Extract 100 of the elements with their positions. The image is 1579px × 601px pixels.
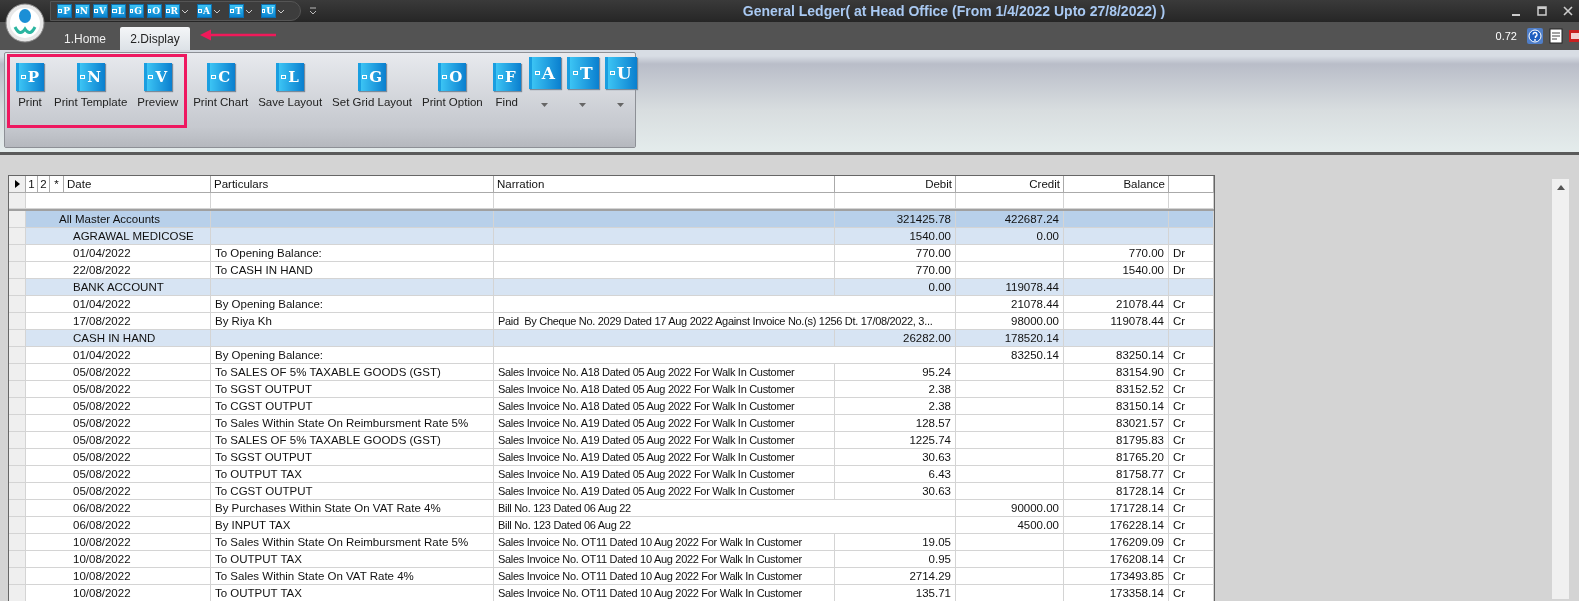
document-icon[interactable]	[1549, 28, 1563, 44]
table-cell: Cr	[1169, 585, 1214, 601]
table-cell: 173493.85	[1064, 568, 1169, 585]
ribbon-button[interactable]: P Print	[12, 63, 48, 125]
table-cell: 10/08/2022	[26, 534, 211, 551]
table-cell: 4500.00	[956, 517, 1064, 534]
column-header[interactable]: Particulars	[211, 176, 494, 193]
row-header	[9, 568, 26, 585]
band-header[interactable]: 2	[38, 176, 50, 193]
row-header	[9, 500, 26, 517]
row-header	[9, 347, 26, 364]
table-cell: 81765.20	[1064, 449, 1169, 466]
table-cell: Cr	[1169, 296, 1214, 313]
filter-field[interactable]	[1169, 193, 1214, 209]
filter-field[interactable]	[26, 193, 211, 209]
book-icon: C	[206, 63, 235, 91]
row-header	[9, 228, 26, 245]
filter-field[interactable]	[956, 193, 1064, 209]
row-header	[9, 330, 26, 347]
table-cell: To Opening Balance:	[211, 245, 494, 262]
row-header	[9, 534, 26, 551]
ribbon-button[interactable]: N Print Template	[50, 63, 132, 125]
account-label: BANK ACCOUNT	[26, 279, 211, 296]
exit-icon[interactable]	[1569, 28, 1579, 44]
table-cell: Cr	[1169, 483, 1214, 500]
column-header[interactable]: Balance	[1064, 176, 1169, 193]
table-cell: Cr	[1169, 551, 1214, 568]
table-cell: Sales Invoice No. OT11 Dated 10 Aug 2022 For Walk In Customer	[494, 534, 835, 551]
filter-field[interactable]	[494, 193, 835, 209]
ribbon-tab[interactable]: 1.Home	[54, 27, 116, 50]
table-cell: 10/08/2022	[26, 551, 211, 568]
table-cell: 178520.14	[956, 330, 1064, 347]
ribbon-button[interactable]: V Preview	[133, 63, 183, 125]
column-header[interactable]: Date	[64, 176, 211, 193]
table-cell: 06/08/2022	[26, 517, 211, 534]
table-cell: Sales Invoice No. OT11 Dated 10 Aug 2022 For Walk In Customer	[494, 585, 835, 601]
filter-field[interactable]	[1064, 193, 1169, 209]
row-header	[9, 296, 26, 313]
filter-field[interactable]	[835, 193, 956, 209]
scrollbar[interactable]	[1552, 179, 1569, 599]
table-cell: Sales Invoice No. A19 Dated 05 Aug 2022 For Walk In Customer	[494, 449, 835, 466]
ribbon-button[interactable]: C Print Chart	[189, 63, 253, 108]
table-cell: 30.63	[835, 449, 956, 466]
caret-icon[interactable]	[181, 8, 189, 14]
ribbon-tab[interactable]: 2.Display	[120, 27, 190, 50]
table-cell: 01/04/2022	[26, 347, 211, 364]
maximize-icon[interactable]	[1537, 6, 1547, 16]
column-header[interactable]: Credit	[956, 176, 1064, 193]
book-icon: O	[438, 63, 467, 91]
table-cell: 95.24	[835, 364, 956, 381]
ribbon-button[interactable]: O Print Option	[418, 63, 487, 108]
table-cell: 81758.77	[1064, 466, 1169, 483]
row-header	[9, 245, 26, 262]
table-cell: To SALES OF 5% TAXABLE GOODS (GST)	[211, 364, 494, 381]
scroll-up-icon	[1556, 185, 1565, 190]
table-cell: Cr	[1169, 517, 1214, 534]
row-header	[9, 211, 26, 228]
column-header[interactable]: Narration	[494, 176, 835, 193]
table-cell: Cr	[1169, 500, 1214, 517]
table-cell	[1169, 330, 1214, 347]
table-cell: 10/08/2022	[26, 568, 211, 585]
account-label: AGRAWAL MEDICOSE	[26, 228, 211, 245]
table-cell: Cr	[1169, 568, 1214, 585]
column-header[interactable]: Debit	[835, 176, 956, 193]
table-cell: 2.38	[835, 398, 956, 415]
caret-icon[interactable]	[213, 8, 221, 14]
table-cell: 26282.00	[835, 330, 956, 347]
table-cell: By Purchases Within State On VAT Rate 4%	[211, 500, 494, 517]
ribbon-button[interactable]: F Find	[488, 63, 525, 108]
table-cell: 05/08/2022	[26, 466, 211, 483]
caret-icon[interactable]	[277, 8, 285, 14]
customize-icon[interactable]	[309, 7, 317, 15]
table-cell: 1540.00	[835, 228, 956, 245]
table-cell: By Opening Balance:	[211, 347, 494, 364]
table-cell: 10/08/2022	[26, 585, 211, 601]
ribbon-button[interactable]: G Set Grid Layout	[328, 63, 416, 108]
table-cell: 176208.14	[1064, 551, 1169, 568]
ribbon-button[interactable]: L Save Layout	[254, 63, 327, 108]
table-cell: To Sales Within State On Reimbursment Rate 5%	[211, 415, 494, 432]
band-header[interactable]: 1	[26, 176, 38, 193]
filter-field[interactable]	[211, 193, 494, 209]
table-cell: Cr	[1169, 381, 1214, 398]
row-header	[9, 262, 26, 279]
table-cell: 83152.52	[1064, 381, 1169, 398]
table-cell: To OUTPUT TAX	[211, 551, 494, 568]
row-header	[9, 483, 26, 500]
row-header	[9, 415, 26, 432]
table-cell: 770.00	[835, 245, 956, 262]
row-header	[9, 279, 26, 296]
caret-icon[interactable]	[245, 8, 253, 14]
help-icon[interactable]	[1527, 28, 1543, 44]
table-cell: 770.00	[1064, 245, 1169, 262]
book-icon: G	[358, 63, 387, 91]
table-cell: Sales Invoice No. A18 Dated 05 Aug 2022 For Walk In Customer	[494, 364, 835, 381]
book-icon: A	[528, 57, 561, 89]
band-header[interactable]: *	[50, 176, 64, 193]
table-cell: 05/08/2022	[26, 364, 211, 381]
close-icon[interactable]	[1563, 6, 1573, 16]
table-cell: 135.71	[835, 585, 956, 601]
table-cell: 83021.57	[1064, 415, 1169, 432]
